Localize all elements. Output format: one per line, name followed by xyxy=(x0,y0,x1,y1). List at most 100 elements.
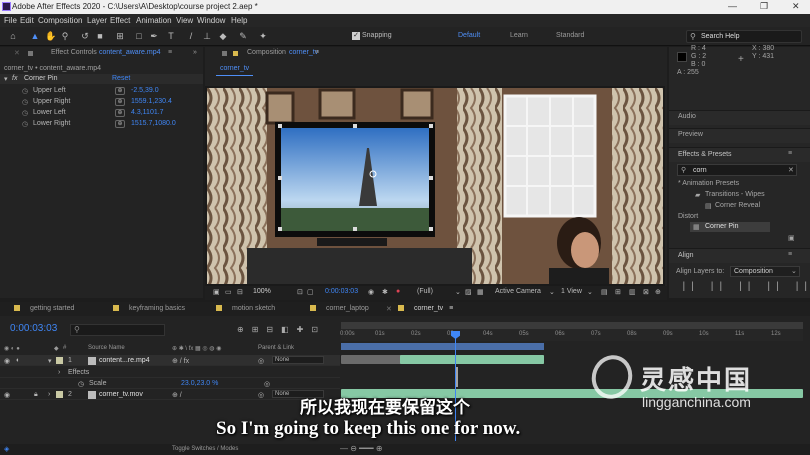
disclosure-triangle-icon[interactable]: › xyxy=(58,369,60,376)
effects-group-row[interactable]: › Effects xyxy=(0,367,340,378)
workspace-default[interactable]: Default xyxy=(458,32,480,39)
clone-tool-icon[interactable]: ⊥ xyxy=(202,31,212,41)
param-value[interactable]: -2.5,39.0 xyxy=(131,87,159,94)
frame-icon[interactable]: ▢ xyxy=(307,288,314,296)
workspace-standard[interactable]: Standard xyxy=(556,32,584,39)
menu-file[interactable]: File xyxy=(4,16,17,25)
stopwatch-icon[interactable]: ◷ xyxy=(22,120,28,128)
composition-tab[interactable]: Composition xyxy=(247,49,286,56)
selection-tool-icon[interactable]: ▲ xyxy=(30,31,40,41)
stopwatch-icon[interactable]: ◷ xyxy=(22,87,28,95)
camera-tool-icon[interactable]: ■ xyxy=(95,31,105,41)
region-icon[interactable]: ▣ xyxy=(213,288,220,296)
resolution-select[interactable]: (Full) xyxy=(417,288,433,295)
layer-name[interactable]: content...re.mp4 xyxy=(99,357,150,364)
close-button[interactable]: ✕ xyxy=(792,1,800,12)
scale-value[interactable]: 23.0,23.0 % xyxy=(181,380,218,387)
menu-effect[interactable]: Effect xyxy=(110,16,130,25)
panel-menu-icon[interactable]: ≡ xyxy=(788,150,792,157)
fast-preview-icon[interactable]: ⊞ xyxy=(615,288,621,296)
minimize-button[interactable]: — xyxy=(728,1,737,11)
layer-switches[interactable]: ⊕ / xyxy=(172,391,182,399)
stopwatch-icon[interactable]: ◷ xyxy=(78,380,84,388)
layer-1-bar[interactable] xyxy=(400,355,544,364)
chevron-down-icon[interactable]: ⌄ xyxy=(587,288,593,296)
timeline-tab[interactable]: getting started xyxy=(14,305,74,312)
layer-name[interactable]: corner_tv.mov xyxy=(99,391,143,398)
effect-controls-tab[interactable]: Effect Controls xyxy=(51,49,97,56)
zoom-slider[interactable]: — ⊖ ━━━ ⊕ xyxy=(340,444,383,453)
visibility-eye-icon[interactable]: ◉ xyxy=(4,357,10,365)
fit-icon[interactable]: ⊡ xyxy=(297,288,303,296)
menu-view[interactable]: View xyxy=(176,16,193,25)
layer-row[interactable]: ◉ ◐ ▾ 1 content...re.mp4 ⊕ / fx ◎ None xyxy=(0,355,340,366)
work-area-range[interactable] xyxy=(341,343,544,350)
effects-search-input[interactable]: ⚲ corn ✕ xyxy=(677,164,797,176)
composition-viewer[interactable] xyxy=(205,86,665,286)
chevron-down-icon[interactable]: ⌄ xyxy=(549,288,555,296)
layer-label-color[interactable] xyxy=(56,357,63,364)
visibility-eye-icon[interactable]: ◉ xyxy=(4,391,10,399)
reset-exposure-icon[interactable]: ⊕ xyxy=(655,288,661,296)
tree-corner-pin[interactable]: Corner Pin xyxy=(705,223,738,230)
timeline-timecode[interactable]: 0:00:03:03 xyxy=(10,323,57,334)
roi-icon[interactable]: ▨ xyxy=(465,288,472,296)
camera-select[interactable]: Active Camera xyxy=(495,288,541,295)
anchor-tool-icon[interactable]: ⊞ xyxy=(115,31,125,41)
snapping-checkbox[interactable]: ✓ xyxy=(352,32,360,40)
tree-transitions-wipes[interactable]: Transitions - Wipes xyxy=(705,191,765,198)
toggle-pixel-icon[interactable]: ▤ xyxy=(601,288,608,296)
param-value[interactable]: 1515.7,1080.0 xyxy=(131,120,176,127)
param-value[interactable]: 1559.1,230.4 xyxy=(131,98,172,105)
source-name-header[interactable]: Source Name xyxy=(88,345,125,351)
work-area-bar[interactable] xyxy=(341,322,803,329)
close-tab-icon[interactable]: ✕ xyxy=(386,305,392,313)
timeline-tab-active[interactable]: ✕ corner_tv ≡ xyxy=(386,305,453,313)
parent-link-icon[interactable]: ◎ xyxy=(258,391,264,399)
parent-link-icon[interactable]: ◎ xyxy=(258,357,264,365)
crosshair-icon[interactable]: ⊕ xyxy=(115,87,125,95)
menu-animation[interactable]: Animation xyxy=(136,16,172,25)
safe-zones-icon[interactable]: ▭ xyxy=(225,288,232,296)
layer-row[interactable]: ◉ 🔒︎ › 2 corner_tv.mov ⊕ / ◎ None xyxy=(0,389,340,400)
menu-window[interactable]: Window xyxy=(197,16,225,25)
rectangle-tool-icon[interactable]: □ xyxy=(134,31,144,41)
audio-icon[interactable]: ◐ xyxy=(16,357,20,364)
views-select[interactable]: 1 View xyxy=(561,288,582,295)
brush-tool-icon[interactable]: / xyxy=(186,31,196,41)
panel-menu-icon[interactable]: ≡ xyxy=(315,49,319,56)
stopwatch-icon[interactable]: ◷ xyxy=(22,109,28,117)
stopwatch-icon[interactable]: ◷ xyxy=(22,98,28,106)
menu-edit[interactable]: Edit xyxy=(20,16,34,25)
snapshot-icon[interactable]: ◉ xyxy=(368,288,374,296)
transparency-grid-icon[interactable]: ▦ xyxy=(477,288,484,296)
menu-layer[interactable]: Layer xyxy=(87,16,107,25)
zoom-level[interactable]: 100% xyxy=(253,288,271,295)
home-icon[interactable]: ⌂ xyxy=(8,31,18,41)
crosshair-icon[interactable]: ⊕ xyxy=(115,98,125,106)
parent-select[interactable]: None xyxy=(272,356,324,364)
panel-menu-icon[interactable]: ≡ xyxy=(788,251,792,258)
menu-composition[interactable]: Composition xyxy=(38,16,82,25)
reset-link[interactable]: Reset xyxy=(112,75,130,82)
param-value[interactable]: 4.3,1101.7 xyxy=(131,109,164,116)
comp-sub-tab[interactable]: corner_tv xyxy=(216,64,254,76)
pen-tool-icon[interactable]: ✒ xyxy=(149,31,159,41)
grid-icon[interactable]: ⊟ xyxy=(237,288,243,296)
fx-icon[interactable]: fx xyxy=(12,75,17,82)
puppet-tool-icon[interactable]: ✦ xyxy=(258,31,268,41)
disclosure-triangle-icon[interactable]: ▾ xyxy=(48,357,52,365)
timeline-icon[interactable]: ▥ xyxy=(629,288,636,296)
eraser-tool-icon[interactable]: ◆ xyxy=(218,31,228,41)
chevron-down-icon[interactable]: ⌄ xyxy=(455,288,461,296)
layer-switches[interactable]: ⊕ / fx xyxy=(172,357,189,365)
timeline-search-input[interactable]: ⚲ xyxy=(70,324,165,336)
disclosure-triangle-icon[interactable]: ▾ xyxy=(4,75,8,83)
timeline-tab[interactable]: motion sketch xyxy=(216,305,275,312)
close-tab-icon[interactable]: ✕ xyxy=(14,49,20,57)
show-snapshot-icon[interactable]: ✱ xyxy=(382,288,388,296)
scale-property-row[interactable]: ◷ Scale 23.0,23.0 % ◎ xyxy=(0,378,340,389)
align-buttons[interactable]: ▕▏▕▏▕▏▕▏▕▏▕▏ xyxy=(678,282,810,291)
tree-distort[interactable]: Distort xyxy=(678,213,698,220)
tree-animation-presets[interactable]: * Animation Presets xyxy=(678,180,739,187)
